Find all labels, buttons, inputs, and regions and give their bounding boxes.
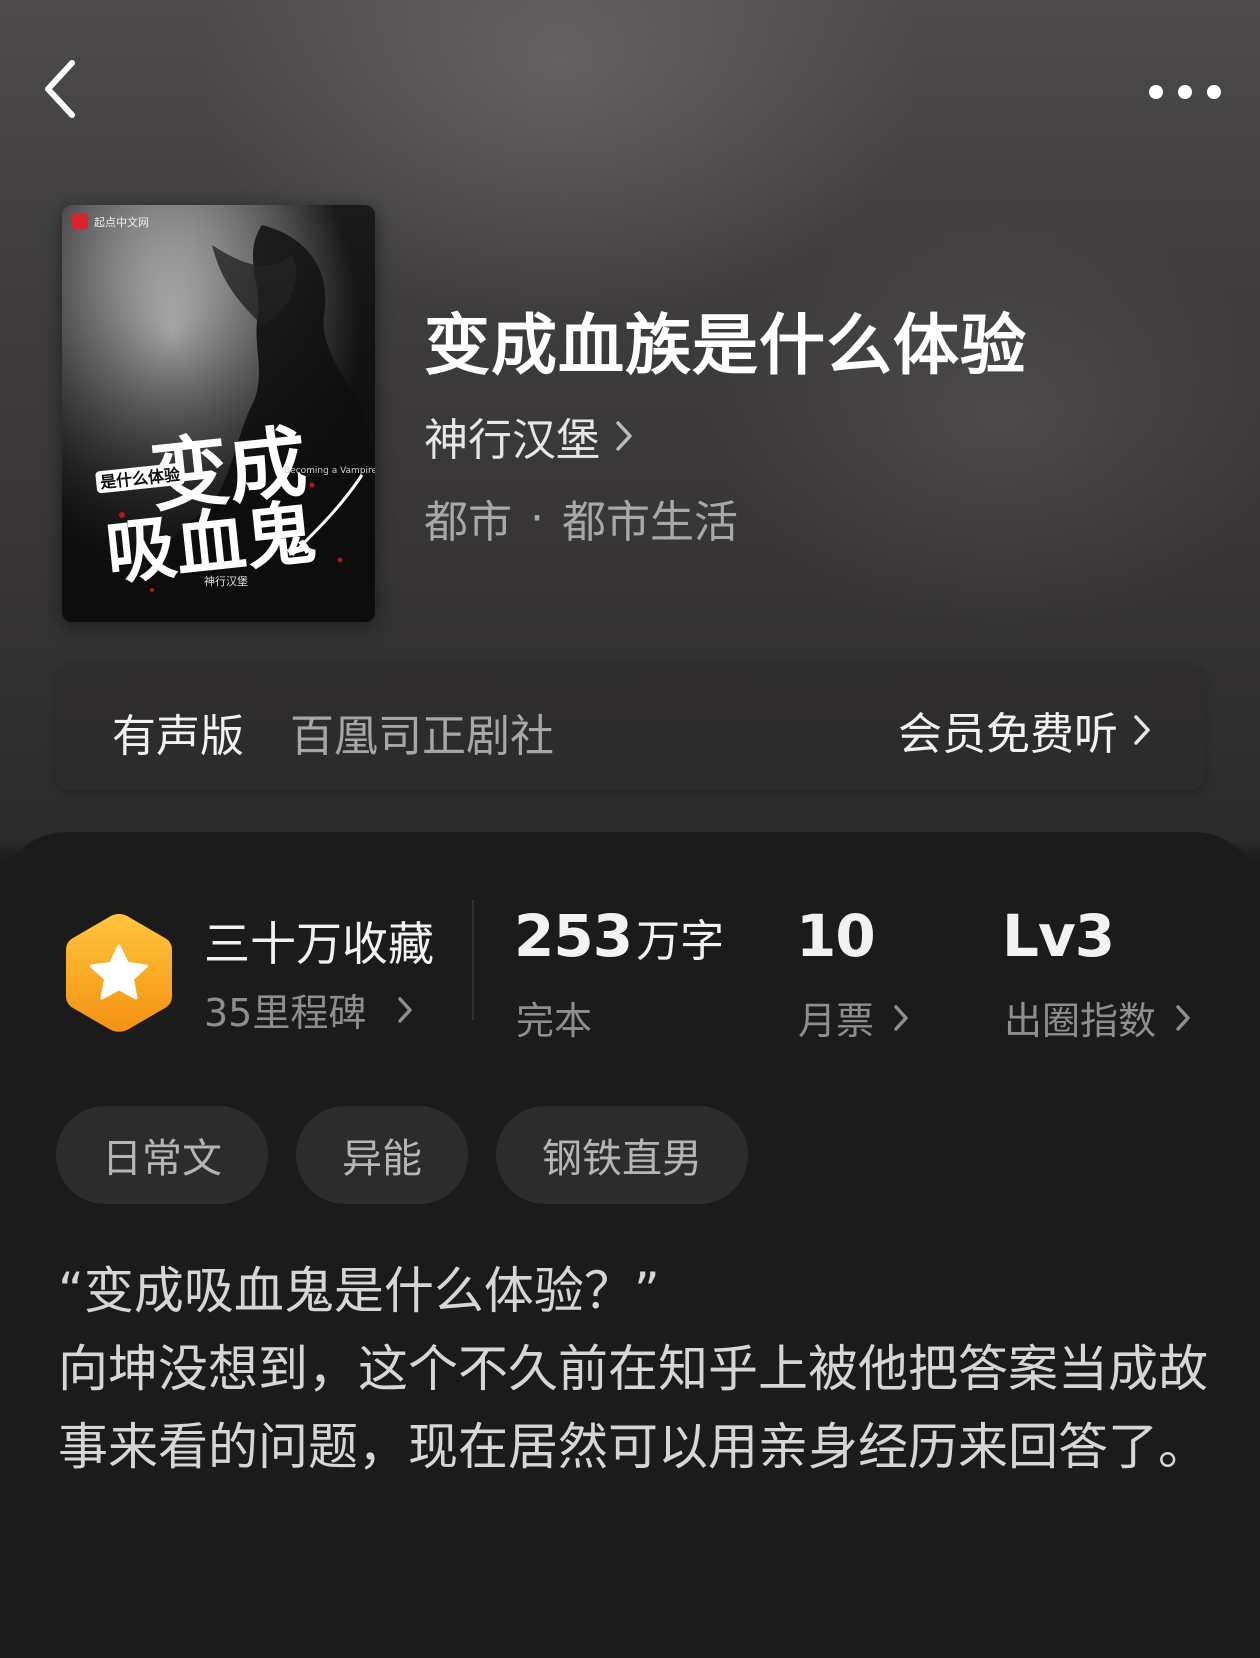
cover-publisher: 起点中文网 [94, 215, 149, 229]
influence-index-link[interactable]: 出圈指数 [1004, 990, 1192, 1045]
influence-index-label: 出圈指数 [1004, 999, 1157, 1043]
milestone-label: 35里程碑 [204, 991, 367, 1035]
back-button[interactable] [30, 54, 90, 124]
audio-studio-name: 百凰司正剧社 [290, 711, 554, 762]
influence-level-value: Lv3 [1002, 902, 1115, 970]
monthly-tickets-link[interactable]: 月票 [798, 990, 910, 1045]
stats-divider [472, 900, 474, 1020]
tag-chip[interactable]: 异能 [296, 1106, 468, 1204]
tag-list: 日常文 异能 钢铁直男 [56, 1106, 748, 1204]
audio-version-bar[interactable]: 有声版 百凰司正剧社 会员免费听 [56, 666, 1204, 790]
tag-chip[interactable]: 钢铁直男 [496, 1106, 748, 1204]
monthly-tickets-label: 月票 [798, 999, 875, 1043]
category-row: 都市 · 都市生活 [424, 486, 738, 550]
author-link[interactable]: 神行汉堡 [424, 404, 634, 468]
chevron-right-icon [1176, 1004, 1190, 1031]
subcategory[interactable]: 都市生活 [562, 486, 738, 550]
author-name: 神行汉堡 [424, 415, 600, 466]
collection-count: 三十万收藏 [204, 917, 434, 971]
member-free-listen-label: 会员免费听 [898, 709, 1118, 760]
synopsis-quote: “变成吸血鬼是什么体验？” [58, 1262, 660, 1320]
chevron-right-icon [616, 421, 632, 451]
member-free-listen-button[interactable]: 会员免费听 [898, 698, 1152, 762]
cover-english: Becoming a Vampire [284, 466, 375, 476]
collection-badge-icon[interactable] [62, 910, 176, 1036]
book-title: 变成血族是什么体验 [424, 306, 1027, 384]
book-detail-page: 起点中文网 变成 吸血鬼 是什么体验 Becoming a Vampire 神行… [0, 0, 1260, 1658]
tag-chip[interactable]: 日常文 [56, 1106, 268, 1204]
word-count-value: 253 [514, 902, 633, 970]
word-count-unit: 万字 [636, 916, 725, 967]
synopsis-body: 向坤没想到，这个不久前在知乎上被他把答案当成故事来看的问题，现在居然可以用亲身经… [58, 1340, 1208, 1476]
chevron-right-icon [894, 1004, 908, 1031]
milestone-link[interactable]: 35里程碑 [204, 982, 414, 1037]
more-button[interactable] [1140, 62, 1230, 122]
completion-status-label: 完本 [516, 999, 593, 1043]
book-cover[interactable]: 起点中文网 变成 吸血鬼 是什么体验 Becoming a Vampire 神行… [62, 205, 375, 622]
completion-status: 完本 [516, 990, 592, 1045]
monthly-tickets-value: 10 [796, 902, 876, 970]
audio-version-label: 有声版 [112, 711, 244, 762]
more-horizontal-icon [1149, 85, 1221, 99]
category[interactable]: 都市 [424, 486, 512, 550]
book-synopsis[interactable]: “变成吸血鬼是什么体验？” 向坤没想到，这个不久前在知乎上被他把答案当成故事来看… [58, 1252, 1208, 1486]
chevron-right-icon [1134, 715, 1150, 745]
chevron-left-icon [45, 60, 75, 118]
cover-author: 神行汉堡 [204, 574, 248, 588]
word-count: 253万字 [514, 902, 724, 970]
category-separator: · [530, 492, 544, 544]
book-cover-art: 起点中文网 变成 吸血鬼 是什么体验 Becoming a Vampire 神行… [62, 205, 375, 622]
chevron-right-icon [398, 996, 413, 1023]
